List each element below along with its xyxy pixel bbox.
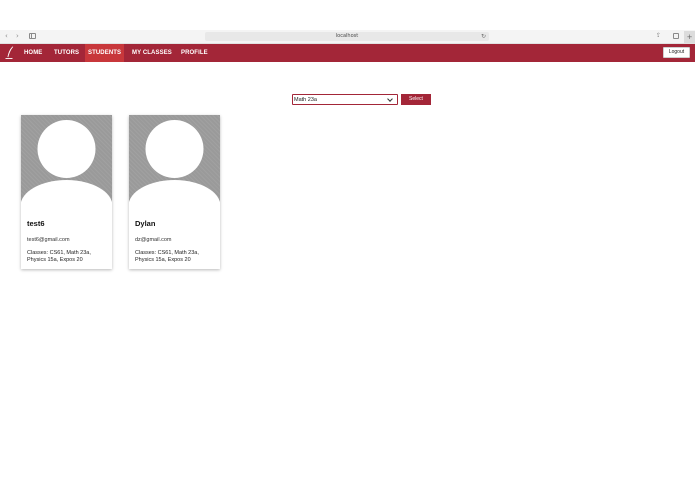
nav-tutors[interactable]: TUTORS bbox=[51, 44, 82, 62]
student-email: test6@gmail.com bbox=[27, 237, 70, 243]
student-classes: Classes: CS61, Math 23a, Physics 15a, Ex… bbox=[135, 250, 199, 263]
logout-button[interactable]: Logout bbox=[663, 47, 690, 58]
new-tab-icon[interactable]: + bbox=[684, 31, 695, 43]
student-classes: Classes: CS61, Math 23a, Physics 15a, Ex… bbox=[27, 250, 91, 263]
avatar bbox=[129, 115, 220, 206]
select-button[interactable]: Select bbox=[401, 94, 431, 105]
sidebar-toggle-icon[interactable] bbox=[29, 33, 36, 39]
default-avatar-icon bbox=[21, 120, 112, 206]
student-card: Dylan dz@gmail.com Classes: CS61, Math 2… bbox=[129, 115, 220, 269]
main-navbar: HOME TUTORS STUDENTS MY CLASSES PROFILE … bbox=[0, 44, 695, 62]
student-email: dz@gmail.com bbox=[135, 237, 172, 243]
back-forward-icon[interactable]: ‹ › bbox=[5, 32, 22, 40]
class-select-value: Math 23a bbox=[294, 97, 317, 103]
share-icon[interactable]: ⇪ bbox=[656, 32, 661, 39]
nav-my-classes[interactable]: MY CLASSES bbox=[129, 44, 175, 62]
default-avatar-icon bbox=[129, 120, 220, 206]
nav-students[interactable]: STUDENTS bbox=[85, 44, 125, 62]
chevron-down-icon bbox=[387, 96, 393, 102]
nav-home[interactable]: HOME bbox=[21, 44, 45, 62]
avatar bbox=[21, 115, 112, 206]
student-name: Dylan bbox=[135, 219, 156, 228]
reload-icon[interactable]: ↻ bbox=[481, 32, 486, 41]
address-bar[interactable]: localhost ↻ bbox=[205, 32, 489, 41]
nav-profile[interactable]: PROFILE bbox=[178, 44, 211, 62]
url-text: localhost bbox=[335, 33, 359, 39]
tabs-overview-icon[interactable] bbox=[673, 33, 679, 39]
quill-logo-icon[interactable] bbox=[5, 46, 14, 60]
browser-toolbar: ‹ › localhost ↻ ⇪ + bbox=[0, 30, 695, 44]
student-name: test6 bbox=[27, 219, 45, 228]
class-select[interactable]: Math 23a bbox=[292, 94, 398, 105]
student-card: test6 test6@gmail.com Classes: CS61, Mat… bbox=[21, 115, 112, 269]
